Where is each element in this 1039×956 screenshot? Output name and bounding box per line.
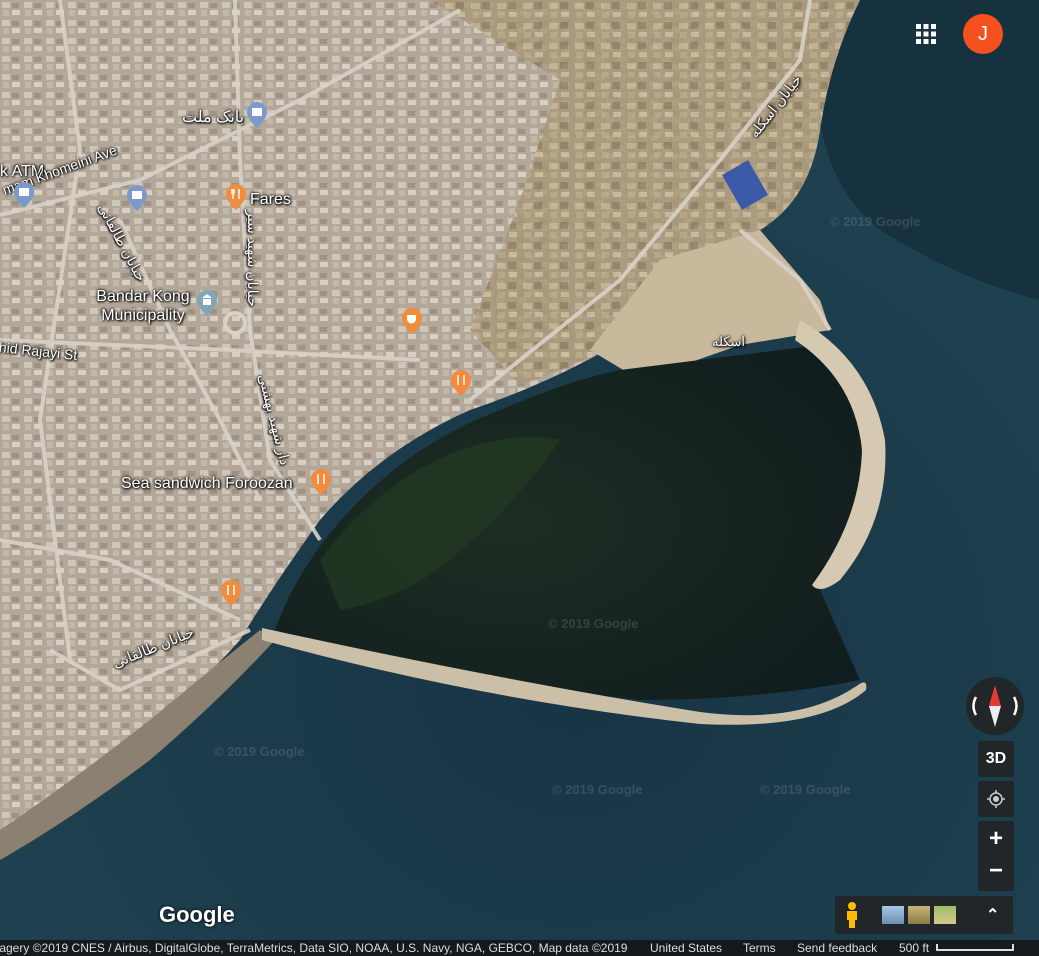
- terrain-layer-thumb[interactable]: [908, 906, 930, 924]
- label-shahid-st: خیابان شهید شیر: [245, 210, 261, 307]
- label-municipality[interactable]: Municipality: [88, 306, 198, 325]
- restaurant-pin-icon[interactable]: [311, 469, 331, 495]
- label-bandar-kong[interactable]: Bandar Kong: [88, 287, 198, 306]
- satellite-layer-thumb[interactable]: [882, 906, 904, 924]
- cafe-pin-icon[interactable]: [402, 308, 422, 334]
- attribution-bar: Imagery ©2019 CNES / Airbus, DigitalGlob…: [0, 940, 1039, 956]
- layers-bar: ⌃: [835, 896, 1013, 934]
- terms-link[interactable]: Terms: [743, 940, 776, 956]
- watermark: © 2019 Google: [760, 782, 851, 797]
- label-fares[interactable]: Fares: [250, 190, 291, 209]
- account-avatar[interactable]: J: [963, 14, 1003, 54]
- label-eskele-port: اسکله: [712, 334, 745, 349]
- expand-layers-button[interactable]: ⌃: [986, 905, 999, 925]
- watermark: © 2019 Google: [548, 616, 639, 631]
- watermark: © 2019 Google: [830, 214, 921, 229]
- municipality-pin-icon[interactable]: [197, 290, 217, 316]
- label-sea-sandwich[interactable]: Sea sandwich Foroozan: [121, 474, 293, 493]
- restaurant-pin-icon[interactable]: [226, 184, 246, 210]
- crosshair-icon: [987, 790, 1005, 808]
- atm-pin-icon[interactable]: [14, 182, 34, 208]
- google-logo: Google: [159, 902, 235, 927]
- scale-label[interactable]: 500 ft: [899, 940, 929, 956]
- zoom-in-button[interactable]: +: [989, 821, 1003, 856]
- label-bank-mellat[interactable]: بانک ملت: [182, 108, 244, 127]
- bank-pin-icon[interactable]: [247, 102, 267, 128]
- watermark: © 2019 Google: [552, 782, 643, 797]
- restaurant-pin-icon[interactable]: [221, 580, 241, 606]
- watermark: © 2019 Google: [214, 744, 305, 759]
- pegman-icon[interactable]: [844, 902, 860, 928]
- send-feedback-link[interactable]: Send feedback: [797, 940, 877, 956]
- bank-pin-icon[interactable]: [127, 185, 147, 211]
- apps-grid-icon[interactable]: [916, 24, 936, 44]
- restaurant-pin-icon[interactable]: [451, 370, 471, 396]
- scale-bar: [936, 944, 1014, 951]
- country-link[interactable]: United States: [650, 940, 722, 956]
- attribution-text: Imagery ©2019 CNES / Airbus, DigitalGlob…: [0, 941, 628, 955]
- my-location-button[interactable]: [978, 781, 1014, 817]
- compass-icon[interactable]: [966, 677, 1024, 735]
- map-layer-thumb[interactable]: [934, 906, 956, 924]
- 3d-toggle-button[interactable]: 3D: [978, 741, 1014, 777]
- zoom-out-button[interactable]: −: [989, 856, 1003, 891]
